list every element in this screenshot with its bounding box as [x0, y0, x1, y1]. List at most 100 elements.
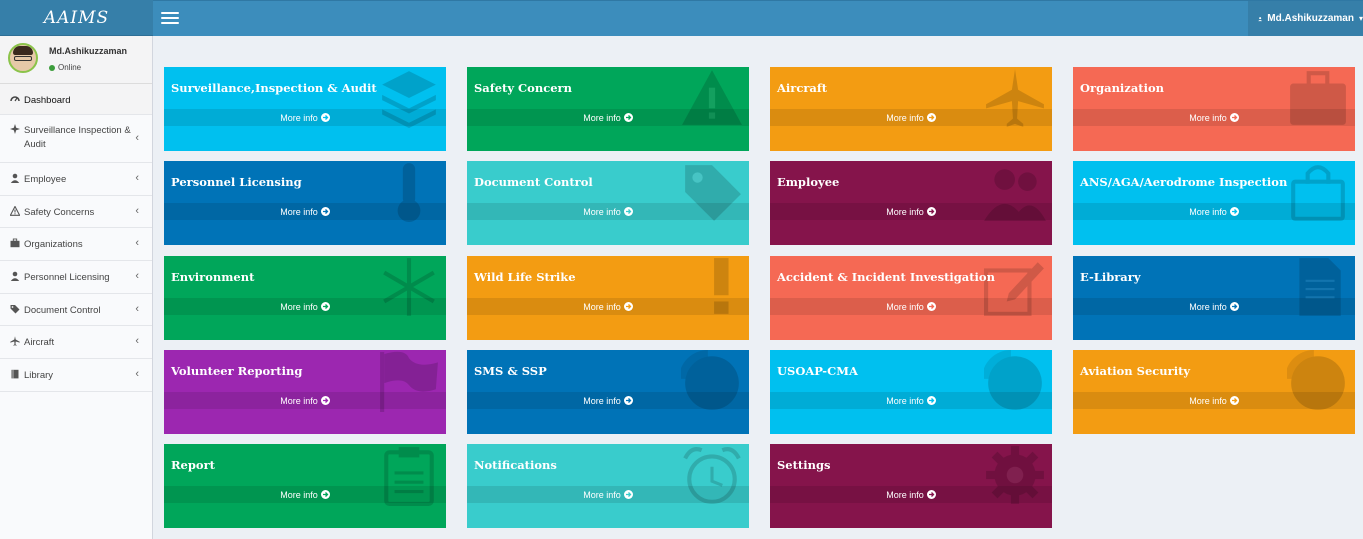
tile-report[interactable]: Report More info	[164, 444, 446, 528]
more-info-link[interactable]: More info	[467, 486, 749, 503]
more-info-label: More info	[1189, 301, 1227, 312]
tile-title: SMS & SSP	[474, 364, 547, 378]
more-info-link[interactable]: More info	[164, 203, 446, 220]
more-info-link[interactable]: More info	[467, 109, 749, 126]
tile-aircraft[interactable]: Aircraft More info	[770, 67, 1052, 151]
app-logo[interactable]: AAIMS	[0, 0, 153, 36]
more-info-label: More info	[886, 301, 924, 312]
more-info-label: More info	[280, 395, 318, 406]
tile-usoap-cma[interactable]: USOAP-CMA More info	[770, 350, 1052, 434]
sidebar-item-safety-concerns[interactable]: Safety Concerns ‹	[0, 196, 152, 228]
tile-ans-aga-aerodrome-inspection[interactable]: ANS/AGA/Aerodrome Inspection More info	[1073, 161, 1355, 245]
more-info-link[interactable]: More info	[770, 392, 1052, 409]
more-info-link[interactable]: More info	[1073, 203, 1355, 220]
more-info-link[interactable]: More info	[164, 109, 446, 126]
tile-title: Settings	[777, 458, 831, 472]
more-info-link[interactable]: More info	[164, 392, 446, 409]
user-menu[interactable]: Md.Ashikuzzaman ▾	[1248, 1, 1363, 36]
sidebar: Md.Ashikuzzaman Online Dashboard Surveill…	[0, 36, 153, 539]
more-info-label: More info	[280, 206, 318, 217]
user-icon	[1258, 16, 1263, 21]
chevron-left-icon[interactable]: ‹	[135, 205, 139, 217]
arrow-circle-right-icon	[926, 302, 936, 311]
sidebar-item-surveillance-inspection-audit[interactable]: Surveillance Inspection & Audit ‹	[0, 115, 152, 163]
tile-sms-ssp[interactable]: SMS & SSP More info	[467, 350, 749, 434]
arrow-circle-right-icon	[926, 207, 936, 216]
tile-title: ANS/AGA/Aerodrome Inspection	[1080, 175, 1288, 189]
user-menu-name: Md.Ashikuzzaman	[1267, 13, 1354, 24]
more-info-label: More info	[280, 301, 318, 312]
arrow-circle-right-icon	[320, 302, 330, 311]
more-info-link[interactable]: More info	[770, 109, 1052, 126]
sidebar-item-organizations[interactable]: Organizations ‹	[0, 228, 152, 261]
sidebar-item-document-control[interactable]: Document Control ‹	[0, 294, 152, 326]
chevron-left-icon[interactable]: ‹	[135, 132, 139, 144]
tile-title: Aircraft	[777, 81, 828, 95]
tile-surveillance-inspection-audit[interactable]: Surveillance,Inspection & Audit More info	[164, 67, 446, 151]
more-info-label: More info	[583, 112, 621, 123]
tile-title: Environment	[171, 270, 255, 284]
sidebar-item-employee[interactable]: Employee ‹	[0, 163, 152, 196]
arrow-circle-right-icon	[623, 490, 633, 499]
online-status-icon	[49, 64, 55, 71]
book-icon	[10, 369, 24, 381]
tile-e-library[interactable]: E-Library More info	[1073, 256, 1355, 340]
tile-title: Report	[171, 458, 215, 472]
more-info-link[interactable]: More info	[1073, 298, 1355, 315]
tile-volunteer-reporting[interactable]: Volunteer Reporting More info	[164, 350, 446, 434]
arrow-circle-right-icon	[623, 207, 633, 216]
sidebar-menu: Dashboard Surveillance Inspection & Audit…	[0, 84, 152, 392]
sidebar-item-label: Employee	[24, 174, 67, 185]
sidebar-item-library[interactable]: Library ‹	[0, 359, 152, 392]
sidebar-item-label: Personnel Licensing	[24, 272, 110, 283]
more-info-link[interactable]: More info	[1073, 109, 1355, 126]
chevron-left-icon[interactable]: ‹	[135, 270, 139, 282]
more-info-label: More info	[886, 206, 924, 217]
more-info-link[interactable]: More info	[164, 298, 446, 315]
sidebar-item-label: Surveillance Inspection & Audit	[24, 125, 131, 150]
more-info-link[interactable]: More info	[1073, 392, 1355, 409]
chevron-left-icon[interactable]: ‹	[135, 368, 139, 380]
chevron-left-icon[interactable]: ‹	[135, 237, 139, 249]
more-info-label: More info	[886, 395, 924, 406]
tile-notifications[interactable]: Notifications More info	[467, 444, 749, 528]
tile-personnel-licensing[interactable]: Personnel Licensing More info	[164, 161, 446, 245]
arrow-circle-right-icon	[1229, 396, 1239, 405]
user-panel-name: Md.Ashikuzzaman	[49, 46, 128, 56]
more-info-label: More info	[583, 395, 621, 406]
more-info-link[interactable]: More info	[164, 486, 446, 503]
tile-title: Volunteer Reporting	[171, 364, 303, 378]
chevron-left-icon[interactable]: ‹	[135, 303, 139, 315]
crosshair-icon	[10, 124, 24, 136]
more-info-link[interactable]: More info	[770, 203, 1052, 220]
tile-employee[interactable]: Employee More info	[770, 161, 1052, 245]
tile-document-control[interactable]: Document Control More info	[467, 161, 749, 245]
more-info-link[interactable]: More info	[467, 298, 749, 315]
tile-title: USOAP-CMA	[777, 364, 858, 378]
arrow-circle-right-icon	[926, 113, 936, 122]
more-info-link[interactable]: More info	[467, 203, 749, 220]
sidebar-toggle-icon[interactable]	[161, 9, 179, 27]
more-info-label: More info	[1189, 112, 1227, 123]
sidebar-item-dashboard[interactable]: Dashboard	[0, 84, 152, 115]
tile-title: Notifications	[474, 458, 557, 472]
tile-aviation-security[interactable]: Aviation Security More info	[1073, 350, 1355, 434]
plane-icon	[10, 336, 24, 348]
more-info-link[interactable]: More info	[770, 486, 1052, 503]
tile-wild-life-strike[interactable]: Wild Life Strike More info	[467, 256, 749, 340]
user-status-label: Online	[58, 63, 82, 72]
more-info-link[interactable]: More info	[770, 298, 1052, 315]
more-info-label: More info	[1189, 206, 1227, 217]
tile-accident-incident-investigation[interactable]: Accident & Incident Investigation More in…	[770, 256, 1052, 340]
arrow-circle-right-icon	[623, 113, 633, 122]
sidebar-item-personnel-licensing[interactable]: Personnel Licensing ‹	[0, 261, 152, 294]
chevron-left-icon[interactable]: ‹	[135, 172, 139, 184]
chevron-left-icon[interactable]: ‹	[135, 335, 139, 347]
sidebar-item-aircraft[interactable]: Aircraft ‹	[0, 326, 152, 359]
more-info-link[interactable]: More info	[467, 392, 749, 409]
tile-settings[interactable]: Settings More info	[770, 444, 1052, 528]
tile-environment[interactable]: Environment More info	[164, 256, 446, 340]
user-status: Online	[49, 63, 81, 72]
tile-organization[interactable]: Organization More info	[1073, 67, 1355, 151]
tile-safety-concern[interactable]: Safety Concern More info	[467, 67, 749, 151]
